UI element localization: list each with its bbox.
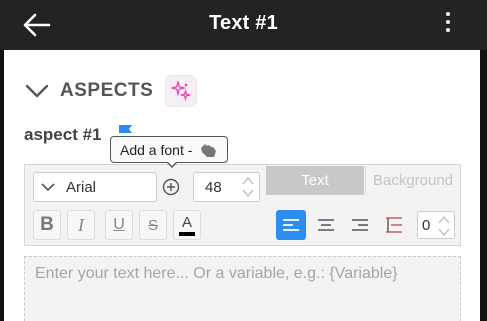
text-properties-panel: ASPECTS aspect #1 Arial 48 Text Backgrou… <box>4 50 480 321</box>
font-size-value: 48 <box>205 178 222 196</box>
align-right-icon <box>352 219 368 231</box>
stepper-icon[interactable] <box>437 214 451 238</box>
align-right-button[interactable] <box>345 210 375 240</box>
tooltip-arrow-fill <box>167 161 177 166</box>
align-center-icon <box>318 219 334 231</box>
align-center-button[interactable] <box>311 210 341 240</box>
editor-placeholder: Enter your text here... Or a variable, e… <box>35 265 398 282</box>
text-color-button[interactable]: A <box>173 210 201 240</box>
sparkle-icon <box>171 81 192 101</box>
align-left-button[interactable] <box>276 210 306 240</box>
line-height-icon <box>379 210 409 240</box>
strikethrough-button[interactable]: S <box>139 210 167 240</box>
page-title: Text #1 <box>209 12 278 34</box>
stepper-icon[interactable] <box>241 175 255 199</box>
text-content-editor[interactable]: Enter your text here... Or a variable, e… <box>24 256 461 321</box>
add-circle-icon[interactable] <box>162 178 180 196</box>
tab-background[interactable]: Background <box>365 166 460 195</box>
aspect-label: aspect #1 <box>24 125 102 144</box>
tooltip-text: Add a font - <box>120 141 193 158</box>
line-height-value: 0 <box>422 216 431 234</box>
add-font-tooltip: Add a font - <box>110 136 229 163</box>
line-height-input[interactable]: 0 <box>417 211 455 239</box>
text-format-toolbar: Arial 48 Text Background B I U S A 0 <box>24 164 461 246</box>
text-color-swatch <box>179 231 195 236</box>
font-family-value: Arial <box>66 178 97 196</box>
bold-button[interactable]: B <box>33 210 61 240</box>
font-size-input[interactable]: 48 <box>193 172 260 202</box>
text-color-letter: A <box>181 213 192 231</box>
italic-button[interactable]: I <box>67 210 95 240</box>
aspects-header[interactable]: ASPECTS <box>24 74 198 108</box>
chevron-down-icon <box>41 183 55 192</box>
app-header: Text #1 <box>0 0 487 50</box>
font-family-select[interactable]: Arial <box>33 172 157 202</box>
chevron-down-icon[interactable] <box>24 81 50 101</box>
aspects-title: ASPECTS <box>60 80 154 101</box>
more-menu-icon[interactable] <box>443 12 453 38</box>
ai-sparkle-button[interactable] <box>165 75 198 107</box>
hand-pointer-icon <box>201 143 217 157</box>
align-left-icon <box>283 219 299 231</box>
tab-text[interactable]: Text <box>266 166 364 195</box>
underline-button[interactable]: U <box>105 210 133 240</box>
